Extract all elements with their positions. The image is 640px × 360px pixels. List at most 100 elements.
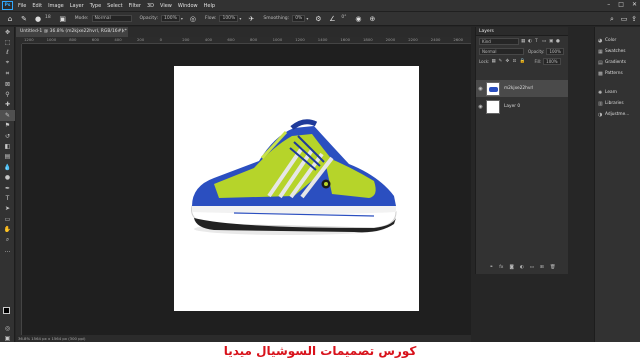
symmetry-icon[interactable]: ⊕ <box>368 15 376 23</box>
gradient-tool-icon[interactable]: ▤ <box>0 152 15 162</box>
panel-patterns[interactable]: ▩ Patterns <box>595 68 640 79</box>
lock-all-icon[interactable]: 🔒 <box>519 59 525 64</box>
panel-gradients[interactable]: ▤ Gradients <box>595 57 640 68</box>
filter-type-icon[interactable]: T <box>535 39 540 44</box>
search-icon[interactable]: ⌕ <box>608 15 616 23</box>
panel-libraries[interactable]: ▥ Libraries <box>595 98 640 109</box>
path-select-tool-icon[interactable]: ➤ <box>0 204 15 214</box>
filter-toggle-icon[interactable]: ● <box>556 39 561 44</box>
canvas-area[interactable] <box>22 44 471 335</box>
blend-mode-select[interactable]: Normal <box>479 47 524 55</box>
eyedropper-tool-icon[interactable]: ⚲ <box>0 89 15 99</box>
blur-tool-icon[interactable]: 💧 <box>0 162 15 172</box>
shape-tool-icon[interactable]: ▭ <box>0 214 15 224</box>
hand-tool-icon[interactable]: ✋ <box>0 224 15 234</box>
layers-panel-title[interactable]: Layers <box>476 27 568 36</box>
menu-edit[interactable]: Edit <box>29 3 45 9</box>
angle-value[interactable]: 0° <box>339 15 348 22</box>
menu-window[interactable]: Window <box>175 3 201 9</box>
menu-3d[interactable]: 3D <box>144 3 157 9</box>
fill-input[interactable]: 100% <box>543 57 561 65</box>
filter-shape-icon[interactable]: ▭ <box>542 39 547 44</box>
layer-opacity-input[interactable]: 100% <box>546 47 564 55</box>
airbrush-icon[interactable]: ✈ <box>247 15 255 23</box>
minimize-icon[interactable]: – <box>607 1 610 8</box>
stamp-tool-icon[interactable]: ⚑ <box>0 121 15 131</box>
layer-row[interactable]: ◉ m2kjxe22hvrl <box>476 80 569 97</box>
home-icon[interactable]: ⌂ <box>6 15 14 23</box>
brush-size[interactable]: 18 <box>43 15 53 22</box>
lock-paint-icon[interactable]: ✎ <box>498 59 503 64</box>
flow-chevron-icon[interactable]: ▾ <box>239 16 241 21</box>
healing-tool-icon[interactable]: ✚ <box>0 100 15 110</box>
brush-tool-icon-active[interactable]: ✎ <box>0 110 15 121</box>
horizontal-ruler[interactable]: 1200 1000 800 600 400 200 0 200 400 600 800 1000 120… <box>22 37 471 44</box>
lock-artboard-icon[interactable]: ⊡ <box>512 59 517 64</box>
filter-smart-icon[interactable]: ▣ <box>549 39 554 44</box>
dodge-tool-icon[interactable]: ● <box>0 172 15 182</box>
maximize-icon[interactable]: □ <box>618 1 624 8</box>
opacity-input[interactable]: 100% <box>161 15 180 22</box>
close-icon[interactable]: ✕ <box>632 1 637 8</box>
panel-swatches[interactable]: ▦ Swatches <box>595 46 640 57</box>
filter-pixel-icon[interactable]: ▦ <box>521 39 526 44</box>
crop-tool-icon[interactable]: ⌗ <box>0 69 15 79</box>
panel-learn[interactable]: ✺ Learn <box>595 87 640 98</box>
artboard[interactable] <box>174 66 419 311</box>
lasso-tool-icon[interactable]: ℓ <box>0 48 15 58</box>
eraser-tool-icon[interactable]: ◧ <box>0 141 15 151</box>
link-layers-icon[interactable]: ⚭ <box>489 265 493 270</box>
move-tool-icon[interactable]: ✥ <box>0 27 15 37</box>
layer-row[interactable]: ◉ Layer 0 <box>476 98 569 115</box>
menu-view[interactable]: View <box>157 3 175 9</box>
menu-filter[interactable]: Filter <box>126 3 144 9</box>
smoothing-input[interactable]: 0% <box>292 15 306 22</box>
brush-settings-icon[interactable]: ▣ <box>59 15 67 23</box>
menu-layer[interactable]: Layer <box>67 3 87 9</box>
visibility-eye-icon[interactable]: ◉ <box>476 86 485 92</box>
foreground-color-swatch[interactable] <box>3 307 10 314</box>
smoothing-chevron-icon[interactable]: ▾ <box>306 16 308 21</box>
ruler-tick-label: 1800 <box>363 37 373 42</box>
brush-tool-icon[interactable]: ✎ <box>20 15 28 23</box>
layers-kind-filter[interactable]: Kind <box>479 37 519 45</box>
new-group-icon[interactable]: ▭ <box>530 265 534 270</box>
opacity-chevron-icon[interactable]: ▾ <box>181 16 183 21</box>
angle-icon[interactable]: ∠ <box>328 15 336 23</box>
smoothing-settings-icon[interactable]: ⚙ <box>314 15 322 23</box>
frame-tool-icon[interactable]: ⊠ <box>0 79 15 89</box>
quick-select-tool-icon[interactable]: ⌖ <box>0 58 15 68</box>
menu-image[interactable]: Image <box>45 3 67 9</box>
lock-pixels-icon[interactable]: ▦ <box>491 59 496 64</box>
pressure-size-icon[interactable]: ◉ <box>354 15 362 23</box>
workspace-icon[interactable]: ▭ <box>620 15 628 23</box>
mode-select[interactable]: Normal <box>91 15 132 22</box>
type-tool-icon[interactable]: T <box>0 193 15 203</box>
fx-icon[interactable]: fx <box>499 265 503 270</box>
menu-help[interactable]: Help <box>201 3 218 9</box>
adjustment-layer-icon[interactable]: ◐ <box>520 265 524 270</box>
add-mask-icon[interactable]: ◙ <box>509 265 513 270</box>
brush-preset-icon[interactable]: ● <box>34 15 42 23</box>
pen-tool-icon[interactable]: ✒ <box>0 183 15 193</box>
pressure-opacity-icon[interactable]: ◎ <box>189 15 197 23</box>
menu-file[interactable]: File <box>15 3 29 9</box>
close-tab-icon[interactable]: × <box>121 27 125 37</box>
zoom-tool-icon[interactable]: ⌕ <box>0 235 15 245</box>
quick-mask-icon[interactable]: ◎ <box>0 323 15 333</box>
share-icon[interactable]: ⇪ <box>630 15 638 23</box>
flow-input[interactable]: 100% <box>219 15 239 22</box>
document-tab[interactable]: Untitled-1 @ 36.8% (m2kjxe22hvrl, RGB/16… <box>16 27 128 37</box>
new-layer-icon[interactable]: ⊞ <box>540 265 544 270</box>
panel-color[interactable]: ◕ Color <box>595 35 640 46</box>
marquee-tool-icon[interactable]: ⬚ <box>0 37 15 47</box>
filter-adjust-icon[interactable]: ◐ <box>528 39 533 44</box>
visibility-eye-icon[interactable]: ◉ <box>476 104 485 110</box>
menu-type[interactable]: Type <box>87 3 104 9</box>
lock-position-icon[interactable]: ✥ <box>505 59 510 64</box>
history-brush-tool-icon[interactable]: ↺ <box>0 131 15 141</box>
delete-layer-icon[interactable]: 🗑 <box>550 265 556 270</box>
panel-adjustments[interactable]: ◑ Adjustme... <box>595 109 640 120</box>
more-tools-icon[interactable]: … <box>0 245 15 255</box>
menu-select[interactable]: Select <box>104 3 125 9</box>
